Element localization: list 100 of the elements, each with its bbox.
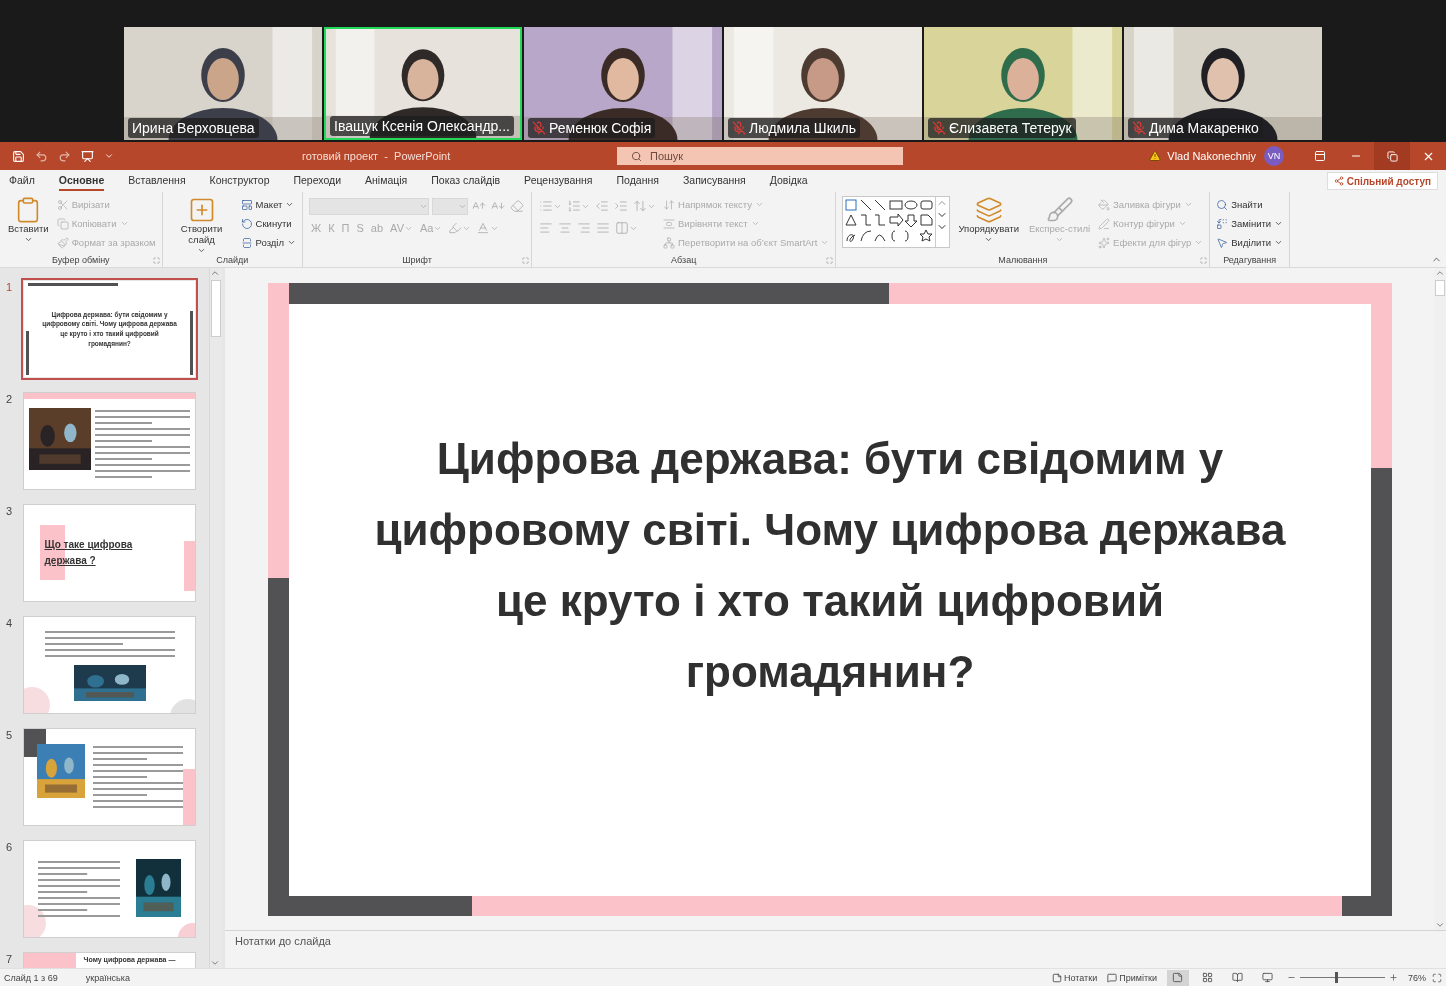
save-icon[interactable]: [12, 149, 25, 163]
ribbon-tab[interactable]: Довідка: [769, 171, 808, 191]
slide-thumbnail[interactable]: [24, 841, 195, 937]
shapes-gallery[interactable]: [842, 196, 951, 248]
slide-thumbnail[interactable]: Що таке цифрова держава ?: [24, 505, 195, 601]
presenter-view-icon: [1262, 972, 1274, 983]
fit-to-window-icon[interactable]: [1432, 972, 1442, 983]
ribbon-tab[interactable]: Переходи: [293, 171, 342, 191]
frame-bar: [190, 311, 193, 375]
user-avatar[interactable]: VN: [1264, 146, 1284, 166]
restore-button[interactable]: [1374, 142, 1410, 170]
search-field[interactable]: Пошук: [617, 147, 903, 165]
normal-view-icon: [1172, 972, 1184, 983]
participant-name: Ременюк Софія: [549, 120, 652, 136]
indent-icon: [614, 199, 628, 213]
ribbon-button[interactable]: Виділити: [1216, 234, 1284, 251]
accent-block: [183, 769, 195, 825]
participant-name: Єлизавета Тетерук: [949, 120, 1072, 136]
ribbon-tab[interactable]: Рецензування: [524, 171, 593, 191]
dialog-launcher-icon[interactable]: [152, 257, 160, 264]
slide-number: 4: [6, 617, 14, 631]
ribbon-tab[interactable]: Анімація: [365, 171, 408, 191]
presentation-icon[interactable]: [81, 149, 94, 163]
slide-sorter-icon: [1202, 972, 1214, 983]
ribbon-display-icon: [1314, 150, 1326, 162]
customize-icon[interactable]: [104, 151, 114, 161]
dialog-launcher-icon[interactable]: [1200, 257, 1208, 264]
accent-block: [24, 953, 76, 968]
zoom-level[interactable]: 76%: [1408, 972, 1426, 983]
scrollbar-thumb[interactable]: [1435, 280, 1445, 296]
video-tile[interactable]: Єлизавета Тетерук: [924, 27, 1122, 140]
slide-thumbnail[interactable]: [24, 393, 195, 489]
ribbon-button[interactable]: Упорядкувати: [956, 196, 1021, 244]
align-text-icon: [663, 217, 675, 230]
video-tile[interactable]: Ременюк Софія: [524, 27, 722, 140]
ribbon-tab[interactable]: Конструктор: [209, 171, 270, 191]
ribbon-button[interactable]: Вставити: [6, 196, 51, 244]
participant-name: Ирина Верховцева: [132, 120, 255, 136]
font-color-icon: [476, 221, 491, 235]
group-label: Буфер обміну: [50, 255, 111, 267]
ribbon-button[interactable]: Замінити: [1216, 215, 1284, 232]
scroll-down-icon[interactable]: [1435, 920, 1445, 930]
scroll-down-icon[interactable]: [210, 958, 220, 968]
dialog-launcher-icon[interactable]: [522, 257, 529, 264]
zoom-thumb[interactable]: [1334, 972, 1338, 983]
view-button[interactable]: [1167, 969, 1189, 986]
ribbon-button[interactable]: Знайти: [1216, 196, 1263, 213]
pointer-icon: [1216, 236, 1229, 249]
user-name: Vlad Nakonechniy: [1167, 150, 1256, 162]
reading-view-icon: [1232, 972, 1244, 983]
notes-placeholder[interactable]: Нотатки до слайда: [235, 935, 331, 947]
caret-icon: [755, 200, 764, 209]
frame-bar: [26, 331, 29, 375]
ribbon-tab[interactable]: Вставлення: [128, 171, 186, 191]
slide-thumbnail[interactable]: [24, 617, 195, 713]
slide-number: 3: [6, 505, 14, 519]
group-label: Шрифт: [401, 255, 433, 267]
redo-icon[interactable]: [58, 149, 71, 163]
scissors-icon: [56, 198, 69, 211]
ribbon-button[interactable]: Макет: [240, 196, 295, 213]
eraser-icon: [510, 199, 524, 213]
thumbnail-title: Що таке цифрова держава ?: [44, 538, 134, 568]
slide-thumbnail[interactable]: [24, 729, 195, 825]
notes-button[interactable]: Нотатки: [1051, 972, 1098, 983]
participant-name: Людмила Шкиль: [749, 120, 857, 136]
scrollbar-thumb[interactable]: [211, 280, 221, 337]
ribbon-button[interactable]: Створити слайд: [168, 196, 235, 255]
share-icon: [1333, 176, 1344, 186]
ribbon-tab[interactable]: Записування: [682, 171, 746, 191]
caret-icon: [119, 219, 129, 228]
ribbon-button[interactable]: Скинути: [240, 215, 292, 232]
scroll-up-icon[interactable]: [1435, 268, 1445, 278]
scroll-up-icon[interactable]: [210, 268, 220, 278]
layers-icon: [974, 196, 1003, 224]
outdent-icon: [595, 199, 609, 213]
video-tile[interactable]: Ирина Верховцева: [124, 27, 322, 140]
text-direction-icon: [663, 198, 675, 211]
dialog-launcher-icon[interactable]: [826, 257, 834, 264]
video-tile[interactable]: Людмила Шкиль: [724, 27, 922, 140]
video-tile[interactable]: Дима Макаренко: [1124, 27, 1322, 140]
ribbon-tab[interactable]: Файл: [9, 171, 35, 191]
comments-button[interactable]: Примітки: [1107, 972, 1157, 983]
participant-name: Дима Макаренко: [1149, 120, 1259, 136]
justify-icon: [596, 221, 610, 235]
columns-icon: [615, 221, 629, 235]
layout-icon: [240, 198, 253, 211]
replace-icon: [1216, 217, 1229, 230]
ribbon-tab[interactable]: Подання: [616, 171, 659, 191]
undo-icon[interactable]: [35, 149, 48, 163]
paintbrush-icon: [56, 236, 69, 249]
share-button[interactable]: Спільний доступ: [1326, 172, 1438, 190]
ribbon-tab[interactable]: Показ слайдів: [431, 171, 501, 191]
pen-icon: [1098, 217, 1111, 230]
copy-icon: [56, 217, 69, 230]
align-left-icon: [539, 221, 553, 235]
ribbon-button[interactable]: Розділ: [240, 234, 296, 251]
zoom-in-icon[interactable]: [1389, 973, 1398, 982]
paint-bucket-icon: [1098, 198, 1111, 211]
participant-name: Іващук Ксенія Олександр...: [334, 118, 510, 134]
video-tile[interactable]: Іващук Ксенія Олександр...: [324, 27, 522, 140]
